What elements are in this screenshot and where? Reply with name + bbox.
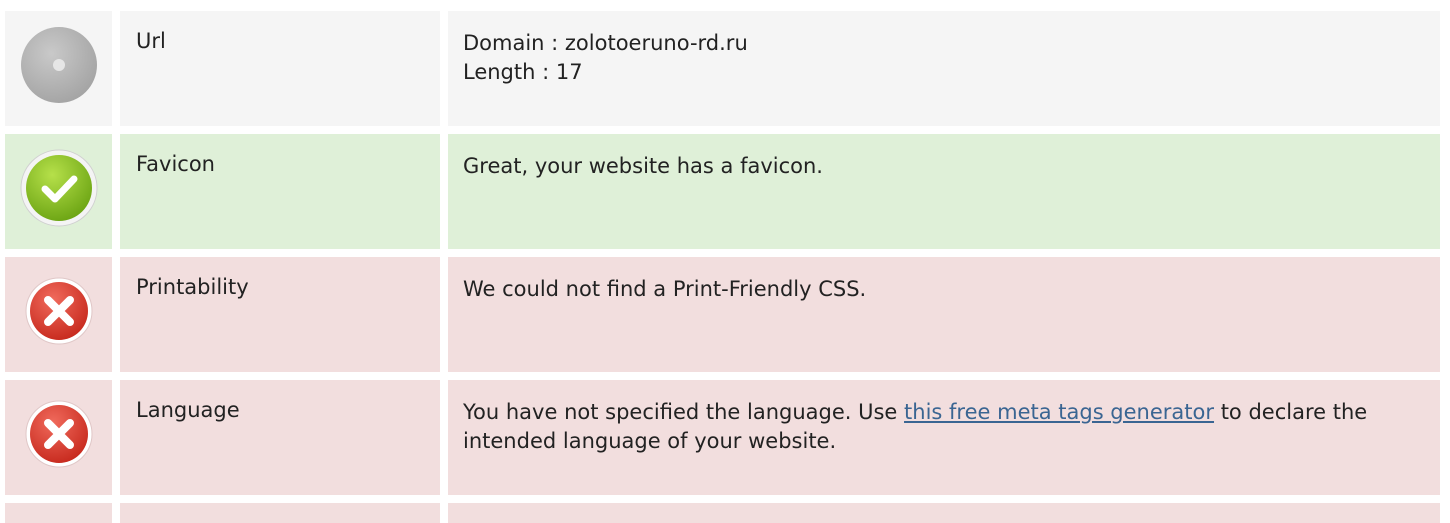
report-row-favicon: Favicon Great, your website has a favico… xyxy=(5,134,1440,249)
row-value: Domain : zolotoeruno-rd.ru Length : 17 xyxy=(448,11,1440,126)
error-x-icon xyxy=(19,394,99,495)
domain-line: Domain : zolotoeruno-rd.ru xyxy=(463,31,748,55)
length-line: Length : 17 xyxy=(463,60,583,84)
report-row-url: Url Domain : zolotoeruno-rd.ru Length : … xyxy=(5,11,1440,126)
report-row-printability: Printability We could not find a Print-F… xyxy=(5,257,1440,372)
check-circle-icon xyxy=(19,148,99,249)
report-row-language: Language You have not specified the lang… xyxy=(5,380,1440,495)
status-icon-cell xyxy=(5,257,112,372)
status-icon-cell xyxy=(5,11,112,126)
row-label: Language xyxy=(120,380,440,495)
seo-report-table: Url Domain : zolotoeruno-rd.ru Length : … xyxy=(5,11,1440,523)
status-icon-cell xyxy=(5,380,112,495)
report-row-partial xyxy=(5,503,1440,523)
row-value: Great, your website has a favicon. xyxy=(448,134,1440,249)
row-value xyxy=(448,503,1440,523)
row-label: Favicon xyxy=(120,134,440,249)
row-label: Url xyxy=(120,11,440,126)
status-icon-cell xyxy=(5,503,112,523)
neutral-circle-icon xyxy=(19,25,99,126)
error-x-icon xyxy=(19,271,99,372)
row-value: You have not specified the language. Use… xyxy=(448,380,1440,495)
status-icon-cell xyxy=(5,134,112,249)
row-label: Printability xyxy=(120,257,440,372)
row-value: We could not find a Print-Friendly CSS. xyxy=(448,257,1440,372)
language-text-before: You have not specified the language. Use xyxy=(463,400,905,424)
row-label xyxy=(120,503,440,523)
meta-tags-generator-link[interactable]: this free meta tags generator xyxy=(904,400,1214,424)
